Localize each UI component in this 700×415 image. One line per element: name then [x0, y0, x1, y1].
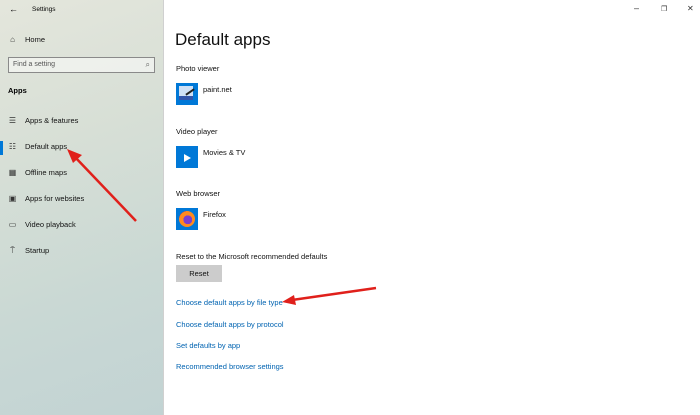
annotation-arrows	[67, 149, 377, 305]
annotation-arrow	[282, 286, 377, 305]
annotation-arrow	[67, 149, 137, 222]
